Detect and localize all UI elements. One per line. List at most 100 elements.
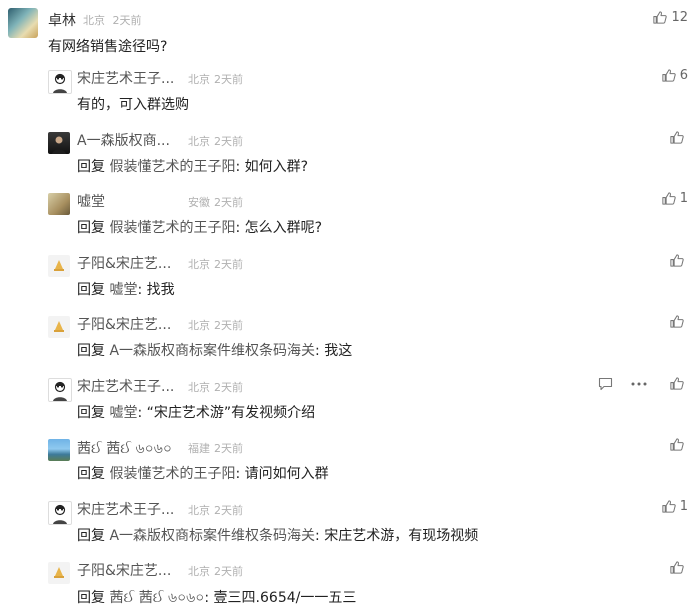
reply-text: : 我这: [315, 343, 353, 359]
thumbs-up-icon: [670, 253, 684, 267]
reply-author-name[interactable]: 宋庄艺术王子...: [77, 68, 174, 88]
like-button[interactable]: 1: [661, 191, 688, 206]
reply-target-user[interactable]: 假装懂艺术的王子阳: [109, 159, 235, 175]
reply-prefix: 回复: [77, 466, 105, 482]
reply-target-user[interactable]: 嘘堂: [109, 405, 137, 421]
reply-meta: 福建 2天前: [188, 440, 243, 456]
reply-target-user[interactable]: 茜ઈ 茜ઈ ৬০৬০: [109, 590, 204, 606]
reply-time: 2天前: [214, 442, 243, 455]
reply-target-user[interactable]: A一森版权商标案件维权条码海关: [109, 528, 315, 544]
user-avatar[interactable]: [48, 70, 72, 94]
reply-text-line: 回复 嘘堂: 找我: [77, 279, 175, 299]
reply-meta: 北京 2天前: [188, 379, 243, 395]
reply-target-user[interactable]: 假装懂艺术的王子阳: [109, 220, 235, 236]
reply-item: 茜ઈ 茜ઈ ৬০৬০ 福建 2天前回复 假装懂艺术的王子阳: 请问如何入群: [0, 433, 700, 493]
reply-item: 子阳&宋庄艺... 北京 2天前回复 嘘堂: 找我: [0, 249, 700, 309]
user-avatar[interactable]: [48, 193, 70, 215]
reply-prefix: 回复: [77, 590, 105, 606]
reply-author-name[interactable]: 宋庄艺术王子...: [77, 499, 174, 519]
reply-text: : 怎么入群呢?: [235, 220, 323, 236]
reply-text-line: 回复 假装懂艺术的王子阳: 怎么入群呢?: [77, 217, 322, 237]
reply-item: 子阳&宋庄艺... 北京 2天前回复 茜ઈ 茜ઈ ৬০৬০: 壹三四.6654/一一…: [0, 556, 700, 616]
thumbs-up-icon: [662, 69, 676, 82]
reply-target-user[interactable]: A一森版权商标案件维权条码海关: [109, 343, 315, 359]
thumbs-up-icon: [653, 11, 668, 24]
reply-time: 2天前: [214, 503, 243, 517]
like-button[interactable]: 6: [661, 68, 688, 83]
reply-time: 2天前: [214, 257, 243, 271]
reply-item: 嘘堂 安徽 2天前回复 假装懂艺术的王子阳: 怎么入群呢? 1: [0, 187, 700, 247]
reply-author-name[interactable]: 子阳&宋庄艺...: [77, 314, 171, 334]
reply-item: 宋庄艺术王子... 北京 2天前 回复 嘘堂: “宋庄艺术游”有发视频介绍: [0, 372, 700, 432]
reply-location: 北京: [188, 134, 210, 148]
reply-author-name[interactable]: 茜ઈ 茜ઈ ৬০৬০: [77, 437, 172, 461]
reply-author-name[interactable]: 嘘堂: [77, 191, 105, 211]
reply-location: 北京: [188, 257, 210, 271]
reply-item: 宋庄艺术王子... 北京 2天前 有的，可入群选购 6: [0, 64, 700, 124]
reply-location: 北京: [188, 565, 210, 578]
reply-author-name[interactable]: 子阳&宋庄艺...: [77, 253, 171, 273]
reply-target-user[interactable]: 嘘堂: [109, 282, 137, 298]
more-icon[interactable]: [631, 382, 647, 386]
like-count: 6: [679, 68, 688, 83]
reply-target-user[interactable]: 假装懂艺术的王子阳: [109, 466, 235, 482]
reply-time: 2天前: [214, 380, 243, 394]
thumbs-up-icon: [670, 376, 684, 390]
thumbs-up-icon: [670, 130, 684, 144]
reply-text: : 找我: [137, 281, 175, 298]
user-avatar[interactable]: [48, 254, 70, 277]
user-avatar[interactable]: [48, 377, 72, 402]
user-avatar[interactable]: [48, 131, 70, 154]
like-count: 1: [679, 191, 688, 206]
user-avatar[interactable]: [48, 562, 70, 584]
like-button[interactable]: 1: [661, 499, 688, 514]
reply-meta: 北京 2天前: [188, 502, 243, 518]
reply-text-line: 回复 A一森版权商标案件维权条码海关: 我这: [77, 340, 352, 360]
reply-item: 子阳&宋庄艺... 北京 2天前 回复 A一森版权商标案件维权条码海关: 我这: [0, 310, 700, 370]
reply-time: 2天前: [214, 565, 243, 578]
reply-meta: 安徽 2天前: [188, 194, 243, 210]
user-avatar[interactable]: [48, 439, 70, 461]
like-button[interactable]: [669, 560, 688, 575]
user-avatar[interactable]: [48, 500, 72, 525]
reply-prefix: 回复: [77, 281, 105, 298]
reply-meta: 北京 2天前: [188, 256, 243, 272]
reply-text-line: 回复 假装懂艺术的王子阳: 请问如何入群: [77, 463, 329, 483]
reply-text: : “宋庄艺术游”有发视频介绍: [137, 404, 316, 421]
thumbs-up-icon: [662, 192, 676, 205]
like-button[interactable]: [669, 437, 688, 452]
reply-author-name[interactable]: 子阳&宋庄艺...: [77, 560, 171, 580]
comment-meta: 北京 2天前: [83, 12, 142, 28]
reply-time: 2天前: [214, 196, 243, 209]
reply-prefix: 回复: [77, 527, 105, 544]
user-avatar[interactable]: [8, 8, 38, 38]
thumbs-up-icon: [670, 315, 684, 328]
reply-text-line: 回复 茜ઈ 茜ઈ ৬০৬০: 壹三四.6654/一一五三: [77, 586, 356, 610]
reply-author-name[interactable]: A一森版权商...: [77, 130, 170, 150]
reply-location: 福建: [188, 442, 210, 455]
reply-text-line: 有的，可入群选购: [77, 94, 189, 114]
like-button[interactable]: [669, 253, 688, 268]
comment-icon[interactable]: [598, 377, 613, 391]
reply-prefix: 回复: [77, 158, 105, 175]
reply-author-name[interactable]: 宋庄艺术王子...: [77, 376, 174, 396]
like-button[interactable]: [669, 376, 688, 391]
like-button[interactable]: [669, 130, 688, 145]
user-avatar[interactable]: [48, 316, 70, 338]
thumbs-up-icon: [670, 561, 684, 574]
like-button[interactable]: 12: [652, 10, 688, 25]
like-button[interactable]: [669, 314, 688, 329]
comment-text: 有网络销售途径吗?: [48, 39, 168, 55]
reply-text-line: 回复 假装懂艺术的王子阳: 如何入群?: [77, 156, 308, 176]
reply-prefix: 回复: [77, 343, 105, 359]
reply-text: : 宋庄艺术游，有现场视频: [315, 527, 479, 544]
like-count: 12: [671, 10, 688, 25]
reply-location: 北京: [188, 73, 210, 86]
reply-location: 北京: [188, 503, 210, 517]
comment-time: 2天前: [112, 14, 142, 27]
main-comment: 卓林 北京 2天前 有网络销售途径吗? 12: [0, 0, 700, 60]
reply-time: 2天前: [214, 134, 243, 148]
commenter-name[interactable]: 卓林: [48, 10, 76, 30]
reply-text: 有的，可入群选购: [77, 97, 189, 113]
reply-location: 北京: [188, 319, 210, 332]
